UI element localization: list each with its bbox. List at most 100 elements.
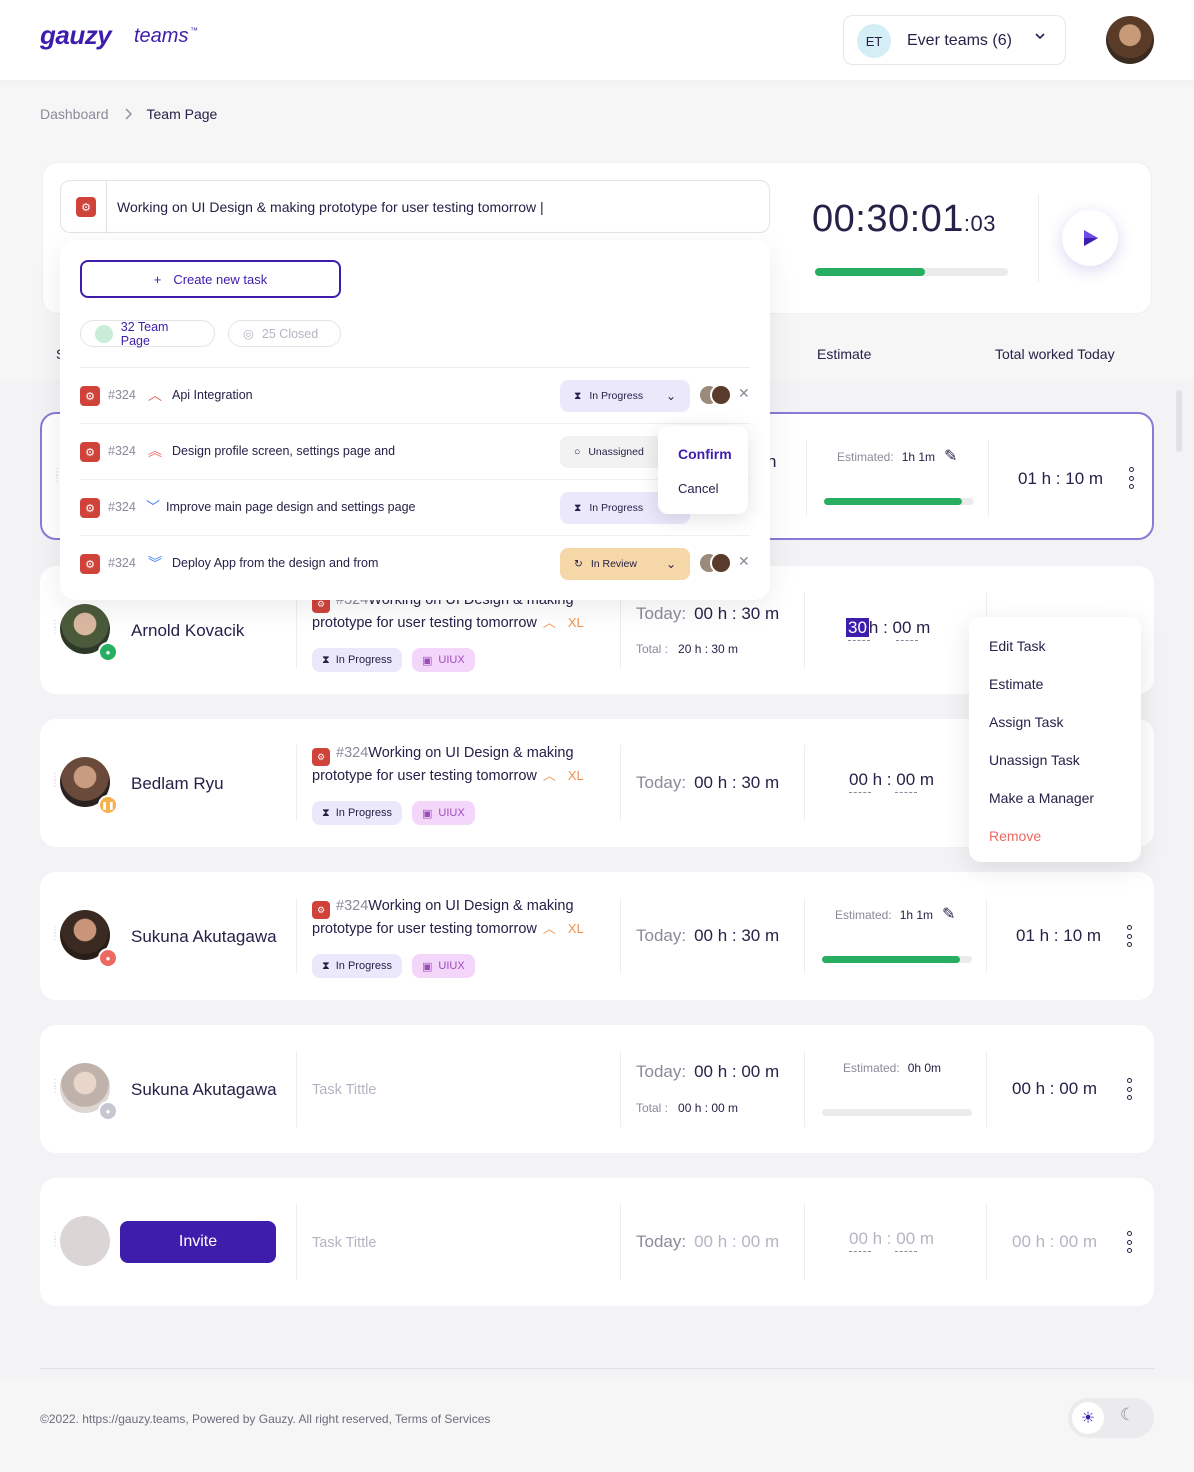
create-task-button[interactable]: + Create new task xyxy=(80,260,341,298)
divider xyxy=(804,1051,805,1127)
menu-item-edit-task[interactable]: Edit Task xyxy=(989,638,1046,654)
member-name: Sukuna Akutagawa xyxy=(131,1080,277,1099)
column-header-estimate: Estimate xyxy=(817,346,872,362)
status-badge[interactable]: ⧗ In Progress xyxy=(312,954,402,978)
estimated-label: Estimated: 1h 1m xyxy=(835,908,934,922)
divider xyxy=(804,745,805,821)
priority-up-icon: ︿ xyxy=(148,387,162,403)
status-select[interactable]: ⧗ In Progress ⌄ xyxy=(560,380,690,412)
task-input[interactable]: ⚙ Working on UI Design & making prototyp… xyxy=(60,180,770,234)
estimate-progress-fill xyxy=(824,498,962,505)
chevron-down-icon xyxy=(1035,33,1045,40)
filter-team-page[interactable]: 32 Team Page xyxy=(80,320,215,348)
task-title-placeholder[interactable]: Task Tittle xyxy=(312,1080,612,1100)
drag-handle-icon[interactable]: ⋮ ⋮ xyxy=(50,926,60,946)
estimate-progress xyxy=(822,1109,972,1116)
breadcrumb-dashboard[interactable]: Dashboard xyxy=(40,106,109,122)
status-badge[interactable]: ⧗ In Progress xyxy=(312,801,402,825)
priority-double-up-icon: ︽ xyxy=(148,443,162,459)
play-button[interactable] xyxy=(1062,210,1118,266)
close-icon[interactable]: ✕ xyxy=(738,385,750,402)
task-title[interactable]: ⚙ #324Working on UI Design & making proto… xyxy=(312,896,612,939)
sun-icon[interactable]: ☀ xyxy=(1072,1402,1104,1434)
drag-handle-icon[interactable]: ⋮ ⋮ xyxy=(50,620,60,640)
tag-badge[interactable]: ▣ UIUX xyxy=(412,954,475,978)
theme-toggle[interactable]: ☀ ☾ xyxy=(1068,1398,1154,1438)
member-row[interactable]: ⋮ ⋮ ● Sukuna Akutagawa ⚙ #324Working on UI… xyxy=(40,872,1154,1000)
estimate-input[interactable]: 00 h : 00 m xyxy=(849,1229,934,1252)
divider xyxy=(620,1051,621,1127)
drag-handle-icon[interactable]: ⋮ ⋮ xyxy=(52,468,62,488)
hourglass-icon: ⧗ xyxy=(574,501,582,514)
estimated-label: Estimated: 0h 0m xyxy=(843,1061,942,1075)
more-options-icon[interactable] xyxy=(1126,925,1132,947)
logo-subtitle: teams xyxy=(134,25,189,47)
task-list-item[interactable]: ⚙ #324 ﹀ Improve main page design and se… xyxy=(80,480,750,536)
drag-handle-icon[interactable]: ⋮ ⋮ xyxy=(50,1232,60,1252)
task-title-placeholder[interactable]: Task Tittle xyxy=(312,1233,612,1253)
tag-badge[interactable]: ▣ UIUX xyxy=(412,801,475,825)
tag-icon: ▣ xyxy=(422,807,433,820)
divider xyxy=(620,1204,621,1280)
estimated-label: Estimated: 1h 1m xyxy=(837,450,936,464)
divider xyxy=(986,1051,987,1127)
dot-icon xyxy=(95,324,113,343)
tag-badge[interactable]: ▣ UIUX xyxy=(412,648,475,672)
member-row[interactable]: ⋮ ⋮ ● Sukuna Akutagawa Task Tittle Today:… xyxy=(40,1025,1154,1153)
today-time: Today: 00 h : 00 m xyxy=(636,1062,780,1081)
moon-icon[interactable]: ☾ xyxy=(1120,1405,1135,1425)
team-selector[interactable]: ET Ever teams (6) xyxy=(843,15,1066,65)
estimate-input[interactable]: 00 h : 00 m xyxy=(849,770,934,793)
chevron-down-icon: ⌄ xyxy=(665,389,676,403)
hourglass-icon: ⧗ xyxy=(322,959,330,972)
user-avatar[interactable] xyxy=(1106,16,1154,64)
menu-item-make-manager[interactable]: Make a Manager xyxy=(989,790,1094,806)
invite-button[interactable]: Invite xyxy=(120,1221,276,1263)
breadcrumb: Dashboard Team Page xyxy=(40,106,217,122)
confirm-button[interactable]: Confirm xyxy=(678,446,732,462)
task-list-item[interactable]: ⚙ #324 ︿ Api Integration ⧗ In Progress ⌄ ✕ xyxy=(80,368,750,424)
edit-icon[interactable]: ✎ xyxy=(942,904,955,924)
logo-trademark: ™ xyxy=(190,26,198,35)
logo[interactable]: gauzy xyxy=(40,20,112,51)
assignee-avatars[interactable] xyxy=(698,384,734,406)
drag-handle-icon[interactable]: ⋮ ⋮ xyxy=(50,1079,60,1099)
divider xyxy=(986,1204,987,1280)
cancel-button[interactable]: Cancel xyxy=(678,481,718,496)
close-icon[interactable]: ✕ xyxy=(738,553,750,570)
timer-time: 00:30:01 xyxy=(812,198,964,240)
menu-item-unassign-task[interactable]: Unassign Task xyxy=(989,752,1080,768)
status-paused-icon: ❚❚ xyxy=(98,795,118,815)
task-title[interactable]: ⚙ #324Working on UI Design & making proto… xyxy=(312,743,612,786)
menu-item-remove[interactable]: Remove xyxy=(989,828,1041,844)
estimate-input[interactable]: 30 h : 00 m xyxy=(846,618,930,641)
task-list-item[interactable]: ⚙ #324 ︾ Deploy App from the design and … xyxy=(80,536,750,592)
estimate-progress-fill xyxy=(822,956,960,963)
today-time: Today: 00 h : 30 m xyxy=(636,773,780,792)
drag-handle-icon[interactable]: ⋮ ⋮ xyxy=(50,773,60,793)
more-options-icon[interactable] xyxy=(1128,467,1134,489)
hourglass-icon: ⧗ xyxy=(574,389,582,402)
menu-item-estimate[interactable]: Estimate xyxy=(989,676,1043,692)
timer-progress-fill xyxy=(815,268,925,276)
status-badge[interactable]: ⧗ In Progress xyxy=(312,648,402,672)
task-list-item[interactable]: ⚙ #324 ︽ Design profile screen, settings… xyxy=(80,424,750,480)
edit-icon[interactable]: ✎ xyxy=(944,446,957,466)
filter-closed[interactable]: ◎ 25 Closed xyxy=(228,320,341,347)
today-time: Today: 00 h : 30 m xyxy=(636,926,780,945)
divider xyxy=(806,440,807,516)
member-name: Sukuna Akutagawa xyxy=(131,927,277,946)
status-select[interactable]: ↻ In Review ⌄ xyxy=(560,548,690,580)
task-input-text: Working on UI Design & making prototype … xyxy=(117,199,544,215)
assignee-avatars[interactable] xyxy=(698,552,734,574)
more-options-icon[interactable] xyxy=(1126,1078,1132,1100)
today-time: Today: 00 h : 30 m xyxy=(636,604,780,623)
menu-item-assign-task[interactable]: Assign Task xyxy=(989,714,1063,730)
plus-icon: + xyxy=(153,271,162,287)
scrollbar[interactable] xyxy=(1176,390,1182,452)
more-options-icon[interactable] xyxy=(1126,1231,1132,1253)
divider xyxy=(620,592,621,668)
bug-icon: ⚙ xyxy=(80,386,100,406)
priority-double-down-icon: ︾ xyxy=(148,555,162,571)
review-icon: ↻ xyxy=(574,558,583,570)
